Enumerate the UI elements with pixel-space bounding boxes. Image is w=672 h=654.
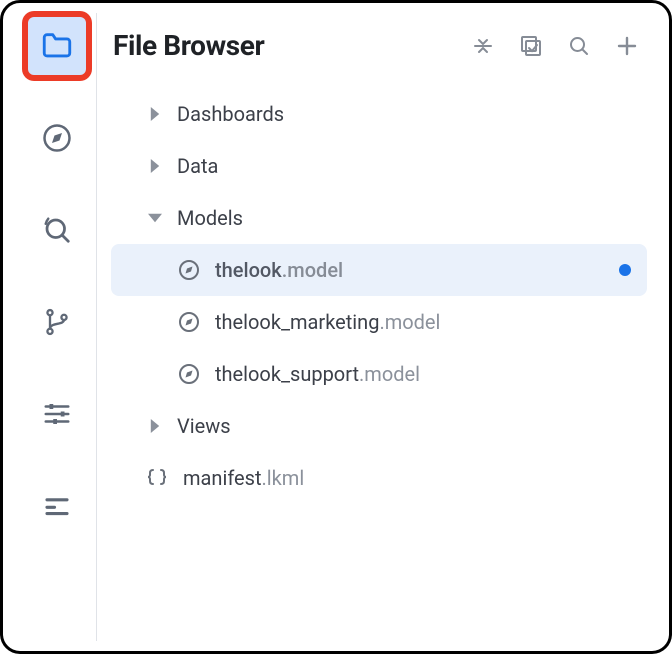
compass-icon	[175, 308, 203, 336]
tree-item-label: manifest.lkml	[183, 466, 631, 490]
sliders-icon	[42, 399, 72, 429]
chevron-down-icon	[143, 206, 167, 230]
tree-folder[interactable]: Data	[111, 140, 647, 192]
collapse-all-button[interactable]	[469, 32, 497, 60]
main-panel: File Browser	[97, 13, 655, 641]
tree-item-label: Models	[177, 206, 631, 230]
sidebar-item-file-browser[interactable]	[28, 17, 86, 75]
history-icon	[42, 215, 72, 245]
tree-file[interactable]: thelook.model	[111, 244, 647, 296]
tree-item-label: Dashboards	[177, 102, 631, 126]
tree-file[interactable]: thelook_support.model	[111, 348, 647, 400]
tree-item-label: Views	[177, 414, 631, 438]
collapse-icon	[471, 34, 495, 58]
tree-item-label: Data	[177, 154, 631, 178]
tree-item-label: thelook_support.model	[215, 362, 631, 386]
chevron-right-icon	[143, 154, 167, 178]
tree-folder[interactable]: Models	[111, 192, 647, 244]
git-branch-icon	[43, 308, 71, 336]
tree-folder[interactable]: Dashboards	[111, 88, 647, 140]
sidebar-item-history[interactable]	[28, 201, 86, 259]
sidebar-item-panel[interactable]	[28, 477, 86, 535]
panel-header: File Browser	[111, 23, 647, 80]
compass-icon	[175, 256, 203, 284]
panel-icon	[42, 491, 72, 521]
modified-indicator	[619, 264, 631, 276]
file-tree: Dashboards Data Models thelook.model	[111, 80, 647, 504]
tree-folder[interactable]: Views	[111, 400, 647, 452]
sidebar-item-git[interactable]	[28, 293, 86, 351]
sidebar-item-settings[interactable]	[28, 385, 86, 443]
tree-file[interactable]: thelook_marketing.model	[111, 296, 647, 348]
tree-item-label: thelook.model	[215, 258, 619, 282]
validate-button[interactable]	[517, 32, 545, 60]
add-button[interactable]	[613, 32, 641, 60]
validate-icon	[519, 34, 543, 58]
sidebar-item-explore[interactable]	[28, 109, 86, 167]
folder-icon	[40, 29, 74, 63]
plus-icon	[615, 34, 639, 58]
nav-sidebar	[17, 13, 97, 641]
chevron-right-icon	[143, 414, 167, 438]
compass-icon	[42, 123, 72, 153]
panel-toolbar	[469, 32, 641, 60]
panel-title: File Browser	[113, 29, 264, 62]
search-icon	[567, 34, 591, 58]
chevron-right-icon	[143, 102, 167, 126]
braces-icon	[143, 464, 171, 492]
search-button[interactable]	[565, 32, 593, 60]
tree-item-label: thelook_marketing.model	[215, 310, 631, 334]
tree-file[interactable]: manifest.lkml	[111, 452, 647, 504]
compass-icon	[175, 360, 203, 388]
